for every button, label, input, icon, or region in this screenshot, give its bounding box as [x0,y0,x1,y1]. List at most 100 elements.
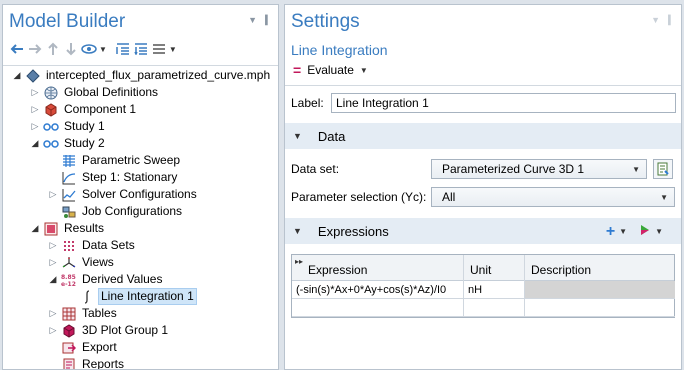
view-menu-icon[interactable]: ▼ [651,15,660,26]
study-icon [43,120,59,134]
chevron-down-icon[interactable]: ▼ [655,227,663,236]
tree-item[interactable]: Step 1: Stationary [47,169,179,186]
evaluate-label: Evaluate [307,63,354,77]
empty-cell[interactable] [525,299,675,317]
expressions-toolbar: + ▼ ▼ [606,223,671,239]
expand-triangle-icon[interactable]: ▷ [47,308,59,319]
tree-item[interactable]: ▷ Data Sets [47,237,137,254]
forward-arrow-icon[interactable] [27,41,43,57]
chevron-down-icon[interactable]: ▼ [169,45,177,54]
tree-item[interactable]: Parametric Sweep [47,152,182,169]
move-down-icon[interactable] [63,41,79,57]
collapse-triangle-icon[interactable]: ◢ [29,138,41,149]
column-header-expression[interactable]: Expression [292,255,464,281]
tree-item-label: Data Sets [82,238,135,252]
globe-icon [43,86,59,100]
divider [285,85,681,86]
tree-item-label: Solver Configurations [82,187,197,201]
tree-item[interactable]: ◢ Results [29,220,106,237]
tree-item[interactable]: Reports [47,356,126,370]
expand-triangle-icon[interactable]: ▷ [29,104,41,115]
expand-triangle-icon[interactable]: ▷ [47,240,59,251]
empty-cell[interactable] [292,299,464,317]
go-to-source-icon [657,162,669,176]
collapse-triangle-icon[interactable]: ◢ [47,274,59,285]
reports-icon [61,358,77,369]
list-view-icon[interactable] [151,41,167,57]
expand-sections-icon[interactable] [115,41,131,57]
expressions-table: ▸▸ Expression Unit Description (-sin(s)*… [291,254,675,318]
evaluate-icon: = [293,62,302,78]
stationary-step-icon [61,171,77,185]
expression-cell[interactable]: (-sin(s)*Ax+0*Ay+cos(s)*Az)/I0 [292,281,464,299]
column-header-unit[interactable]: Unit [464,255,525,281]
tree-item-label: Line Integration 1 [98,288,197,305]
tree-item[interactable]: ▷ Global Definitions [29,84,160,101]
tree-item-label: Job Configurations [82,204,183,218]
tree-item[interactable]: ▷ Component 1 [29,101,138,118]
panel-controls: ▼ ▍ [248,15,272,26]
table-header: ▸▸ Expression Unit Description [292,255,674,281]
show-options-icon[interactable] [81,41,97,57]
settings-panel: Settings ▼ ▍ Line Integration = Evaluate… [284,4,682,370]
tree-item[interactable]: ▷ Solver Configurations [47,186,199,203]
data-section-header[interactable]: ▼ Data [285,123,681,149]
tree-item-label: Step 1: Stationary [82,170,178,184]
dataset-row: Data set: Parameterized Curve 3D 1 ▼ [291,159,673,179]
expand-triangle-icon[interactable]: ▷ [47,325,59,336]
go-to-source-button[interactable] [653,159,673,179]
dataset-select[interactable]: Parameterized Curve 3D 1 ▼ [431,159,647,179]
model-builder-title: Model Builder [9,11,126,32]
replace-expression-icon[interactable] [639,224,651,239]
export-icon [61,341,77,355]
description-cell[interactable] [525,281,675,299]
move-up-icon[interactable] [45,41,61,57]
expand-triangle-icon[interactable]: ▷ [47,189,59,200]
collapse-sections-icon[interactable] [133,41,149,57]
model-builder-toolbar: ▼ ▼ [9,41,183,57]
tree-item[interactable]: ◢ 8.85 e-12 Derived Values [47,271,164,288]
tree-item[interactable]: ▷ Views [47,254,116,271]
pin-icon[interactable]: ▍ [265,15,272,26]
tree-item-label: Results [64,221,105,235]
back-arrow-icon[interactable] [9,41,25,57]
tree-item-label: Global Definitions [64,85,159,99]
views-icon [61,256,77,270]
param-selection-value: All [442,190,456,204]
pin-icon[interactable]: ▍ [668,15,675,26]
chevron-down-icon: ▼ [293,226,302,236]
tree-item-label: Parametric Sweep [82,153,181,167]
expand-triangle-icon[interactable]: ▷ [47,257,59,268]
tree-item-label: Study 2 [64,136,105,150]
expand-triangle-icon[interactable]: ▷ [29,87,41,98]
tree-item-label: Reports [82,357,125,370]
tree-item[interactable]: ▷ Study 1 [29,118,107,135]
empty-cell[interactable] [464,299,525,317]
tree-item[interactable]: ◢ intercepted_flux_parametrized_curve.mph [11,67,272,84]
expand-triangle-icon[interactable]: ▷ [29,121,41,132]
collapse-triangle-icon[interactable]: ◢ [11,70,23,81]
solver-config-icon [61,188,77,202]
tree-item[interactable]: Job Configurations [47,203,184,220]
chevron-down-icon: ▼ [293,131,302,141]
add-expression-icon[interactable]: + [606,223,615,239]
view-menu-icon[interactable]: ▼ [248,15,257,26]
chevron-down-icon[interactable]: ▼ [619,227,627,236]
study-icon [43,137,59,151]
tree-item[interactable]: ▷ 3D Plot Group 1 [47,322,170,339]
label-input[interactable] [331,93,676,113]
tree-item-label: 3D Plot Group 1 [82,323,169,337]
column-header-description[interactable]: Description [525,255,675,281]
chevron-down-icon[interactable]: ▼ [99,45,107,54]
expressions-section-title: Expressions [317,223,389,239]
evaluate-button[interactable]: = Evaluate ▼ [293,62,376,78]
tree-item[interactable]: Export [47,339,119,356]
tree-item[interactable]: ◢ Study 2 [29,135,107,152]
collapse-triangle-icon[interactable]: ◢ [29,223,41,234]
chevron-down-icon[interactable]: ▼ [360,66,368,75]
svg-text:8.85: 8.85 [61,274,76,281]
tree-item[interactable]: Line Integration 1 [65,288,197,305]
param-selection-select[interactable]: All ▼ [431,187,675,207]
tree-item[interactable]: ▷ Tables [47,305,119,322]
unit-cell[interactable]: nH [464,281,525,299]
